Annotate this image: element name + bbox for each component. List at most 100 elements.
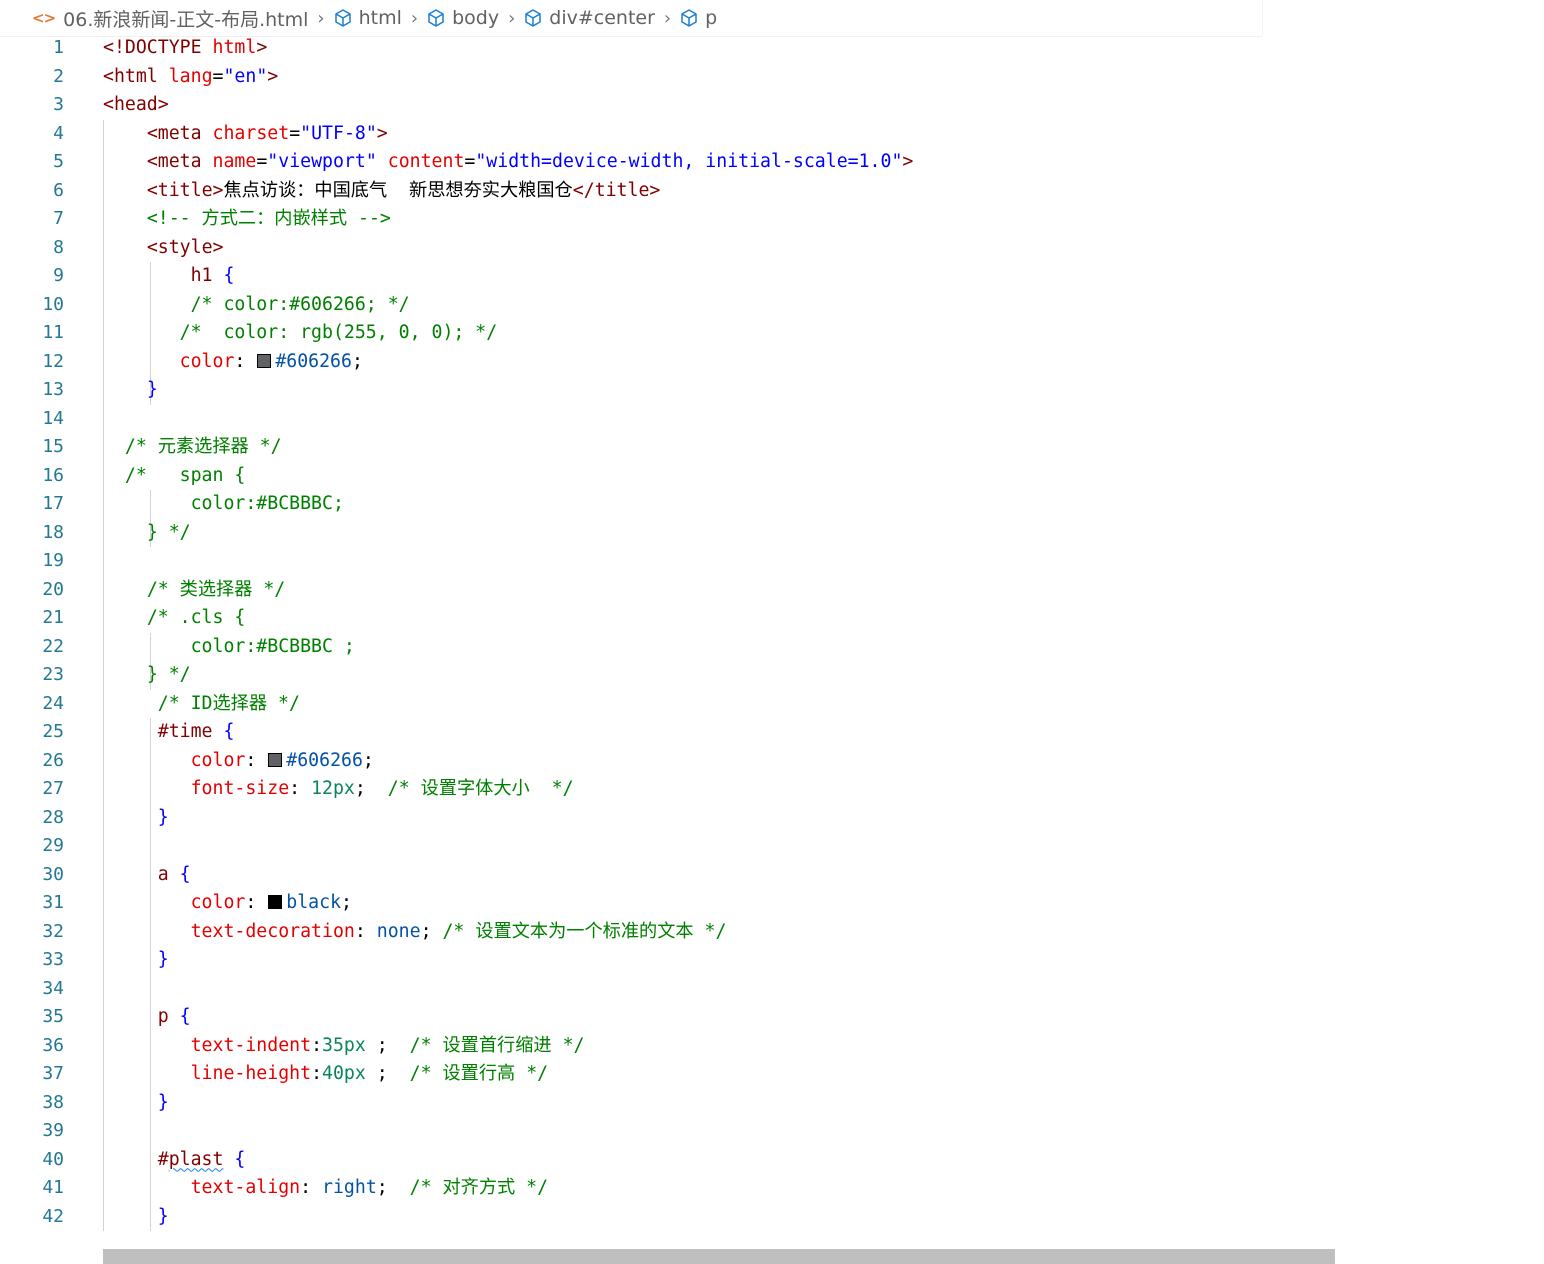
code-line: 14 bbox=[0, 405, 64, 433]
chevron-right-icon: › bbox=[410, 7, 419, 29]
line-number: 36 bbox=[42, 1034, 64, 1056]
code-token: /* 对齐方式 */ bbox=[409, 1177, 549, 1198]
code-line: 36 text-indent:35px ; /* 设置首行缩进 */ bbox=[0, 1032, 584, 1060]
code-token: : bbox=[354, 920, 377, 942]
line-number: 29 bbox=[42, 835, 64, 856]
code-line: 20 /* 类选择器 */ bbox=[0, 576, 285, 604]
code-token: > bbox=[157, 94, 169, 115]
breadcrumb-file-name: 06.新浪新闻-正文-布局.html bbox=[63, 8, 309, 31]
line-number: 24 bbox=[42, 692, 64, 714]
code-token: > bbox=[649, 179, 661, 201]
code-token: < bbox=[103, 65, 114, 87]
breadcrumb-file[interactable]: <> 06.新浪新闻-正文-布局.html bbox=[32, 5, 308, 32]
code-text: } bbox=[103, 804, 169, 832]
code-line: 30 a { bbox=[0, 861, 190, 889]
code-editor[interactable]: 1 <!DOCTYPE html> 2 <html lang="en"> 3 <head>… bbox=[0, 34, 1544, 1264]
line-number: 23 bbox=[42, 664, 64, 685]
code-text: <style> bbox=[103, 234, 224, 262]
line-number: 15 bbox=[42, 436, 64, 457]
code-token: line-height bbox=[190, 1063, 312, 1084]
line-number: 12 bbox=[42, 350, 64, 372]
breadcrumb-segment-p[interactable]: p bbox=[679, 7, 717, 29]
line-number: 25 bbox=[42, 721, 64, 742]
code-token: /* span { bbox=[124, 464, 246, 486]
code-token: { bbox=[179, 863, 191, 885]
code-text: /* ID选择器 */ bbox=[103, 690, 300, 718]
cube-icon bbox=[333, 8, 359, 28]
code-line: 15 /* 元素选择器 */ bbox=[0, 433, 281, 461]
code-token: /* 设置首行缩进 */ bbox=[409, 1034, 585, 1056]
code-token: /* color:#606266; */ bbox=[190, 293, 410, 315]
code-token: title bbox=[594, 179, 650, 201]
breadcrumb-segment-html[interactable]: html bbox=[333, 7, 402, 29]
color-swatch[interactable] bbox=[268, 895, 283, 909]
code-token: html bbox=[212, 37, 257, 58]
code-token: } bbox=[157, 806, 169, 828]
code-text: /* .cls { bbox=[103, 604, 246, 632]
color-swatch[interactable] bbox=[268, 752, 283, 767]
code-text: font-size: 12px; /* 设置字体大小 */ bbox=[103, 775, 574, 803]
code-line: 27 font-size: 12px; /* 设置字体大小 */ bbox=[0, 775, 573, 803]
color-swatch[interactable] bbox=[257, 353, 272, 368]
code-token: p bbox=[157, 1006, 169, 1027]
code-token: = bbox=[256, 151, 268, 172]
code-token: #606266 bbox=[286, 749, 363, 771]
code-token: : bbox=[234, 350, 257, 372]
chevron-right-icon: › bbox=[317, 7, 325, 29]
code-token: /* 设置字体大小 */ bbox=[387, 778, 574, 799]
code-text: #plast { bbox=[103, 1146, 246, 1174]
code-text: text-align: right; /* 对齐方式 */ bbox=[103, 1174, 548, 1202]
breadcrumb-segment-div-center[interactable]: div#center bbox=[523, 7, 655, 29]
code-token: } bbox=[146, 379, 158, 400]
code-line: 1 <!DOCTYPE html> bbox=[0, 34, 267, 62]
line-number: 2 bbox=[53, 65, 64, 87]
line-number: 27 bbox=[42, 778, 64, 799]
code-line: 3 <head> bbox=[0, 91, 169, 119]
line-number: 39 bbox=[42, 1120, 64, 1141]
code-token: /* .cls { bbox=[146, 607, 246, 628]
chevron-right-icon: › bbox=[663, 7, 672, 29]
code-token: > bbox=[256, 37, 268, 58]
code-text: } */ bbox=[103, 519, 191, 547]
code-text: p { bbox=[103, 1003, 191, 1031]
code-token: head bbox=[113, 94, 158, 115]
line-number: 30 bbox=[42, 863, 64, 885]
line-number: 37 bbox=[42, 1063, 64, 1084]
code-line: 39 bbox=[0, 1117, 64, 1145]
code-token: { bbox=[223, 265, 235, 286]
code-token: black bbox=[286, 892, 342, 913]
code-text: /* color:#606266; */ bbox=[103, 291, 410, 319]
code-token: #time bbox=[157, 721, 213, 742]
code-token: ; bbox=[365, 1063, 410, 1084]
line-number: 26 bbox=[42, 749, 64, 771]
code-text: /* color: rgb(255, 0, 0); */ bbox=[103, 319, 498, 347]
code-token: meta bbox=[157, 122, 202, 144]
line-number: 41 bbox=[42, 1177, 64, 1198]
line-number: 28 bbox=[42, 806, 64, 828]
code-token: > bbox=[212, 179, 224, 201]
cube-icon bbox=[679, 8, 705, 28]
line-number: 10 bbox=[42, 293, 64, 315]
code-line: 41 text-align: right; /* 对齐方式 */ bbox=[0, 1174, 548, 1202]
code-token: color:#BCBBBC; bbox=[190, 493, 344, 514]
code-token: lang bbox=[168, 65, 213, 87]
code-token: ; bbox=[376, 1177, 410, 1198]
code-token: > bbox=[902, 151, 914, 172]
horizontal-scrollbar[interactable] bbox=[103, 1249, 1335, 1264]
breadcrumb-segment-body[interactable]: body bbox=[426, 7, 499, 29]
